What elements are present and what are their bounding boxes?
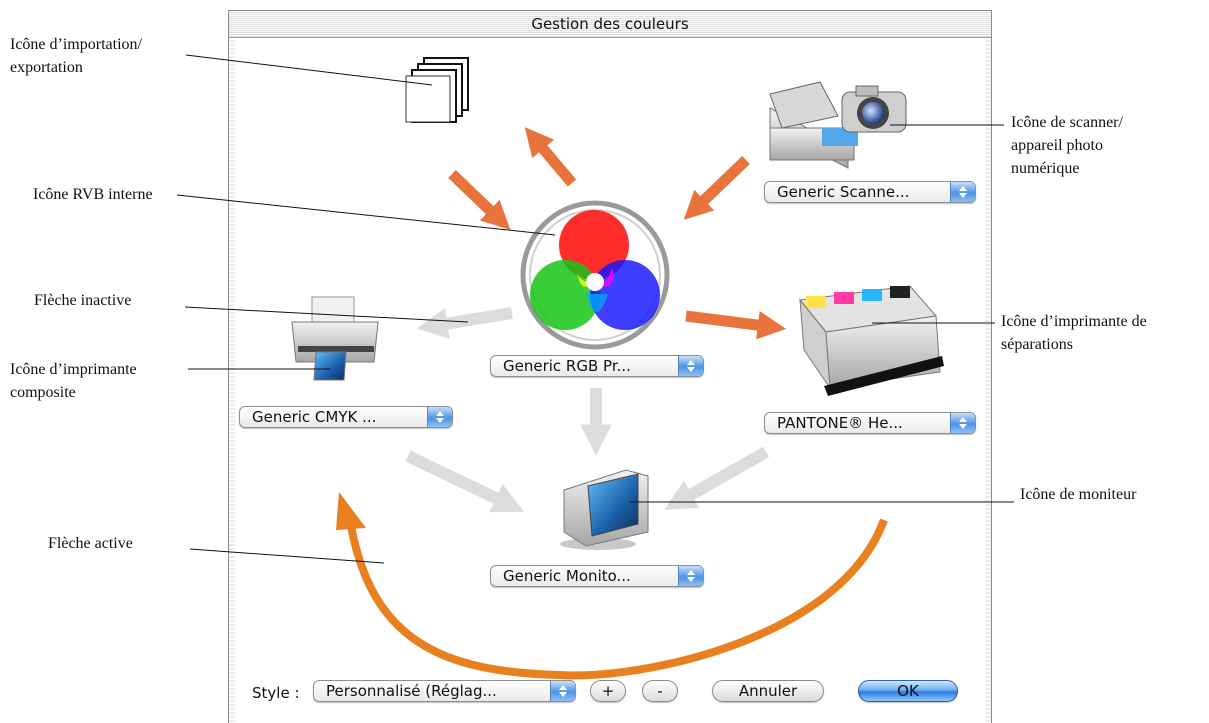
style-value: Personnalisé (Réglag... [326,682,497,700]
callout-active-arrow: Flèche active [48,532,133,555]
callout-separation-printer-icon: Icône d’imprimante de séparations [1001,310,1147,356]
separation-profile-value: PANTONE® He... [777,414,903,432]
callout-text: Icône d’imprimante de séparations [1001,313,1147,353]
rgb-profile-popup[interactable]: Generic RGB Pr... [490,355,704,377]
inkjet-printer-icon[interactable] [291,296,379,381]
style-popup[interactable]: Personnalisé (Réglag... [313,680,576,702]
popup-arrows-icon [550,681,575,701]
remove-style-button[interactable]: - [642,680,678,702]
cmyk-profile-popup[interactable]: Generic CMYK ... [239,406,453,428]
rgb-profile-value: Generic RGB Pr... [503,357,631,375]
popup-arrows-icon [678,566,703,586]
arrow-composite-to-monitor [405,450,525,513]
callout-text: Icône d’imprimante composite [10,361,137,401]
callout-text: Icône RVB interne [33,186,153,203]
scanner-profile-value: Generic Scanne... [777,183,910,201]
ok-button[interactable]: OK [858,680,958,702]
callout-text: Flèche inactive [34,292,132,309]
popup-arrows-icon [950,413,975,433]
rgb-circles-icon[interactable] [520,200,670,350]
callout-text: Flèche active [48,535,133,552]
callout-import-export-icon: Icône d’importation/ exportation [10,33,142,79]
arrow-rgb-to-docs [524,127,577,187]
popup-arrows-icon [427,407,452,427]
cancel-button[interactable]: Annuler [712,680,824,702]
scanner-profile-popup[interactable]: Generic Scanne... [764,181,976,203]
arrow-separation-to-monitor [664,446,769,510]
scanner-camera-icon[interactable] [769,81,907,169]
callout-scanner-icon: Icône de scanner/ appareil photo numériq… [1011,111,1123,180]
callout-inactive-arrow: Flèche inactive [34,289,131,312]
separation-profile-popup[interactable]: PANTONE® He... [764,412,976,434]
cmyk-profile-value: Generic CMYK ... [252,408,377,426]
callout-rgb-icon: Icône RVB interne [33,183,153,206]
callout-text: Icône de scanner/ appareil photo numériq… [1011,114,1123,177]
arrow-rgb-to-separation [685,310,787,340]
callout-text: Icône d’importation/ exportation [10,36,142,76]
add-style-button[interactable]: + [590,680,626,702]
callout-text: Icône de moniteur [1020,486,1137,503]
popup-arrows-icon [678,356,703,376]
arrow-rgb-to-composite [416,307,513,339]
popup-arrows-icon [950,182,975,202]
press-printer-icon[interactable] [799,285,944,396]
crt-monitor-icon[interactable] [560,469,649,550]
active-curved-arrow-head [336,492,366,530]
monitor-profile-value: Generic Monito... [503,567,631,585]
callout-monitor-icon: Icône de moniteur [1020,483,1136,506]
monitor-profile-popup[interactable]: Generic Monito... [490,565,704,587]
arrow-scanner-to-rgb [683,156,750,220]
callout-composite-printer-icon: Icône d’imprimante composite [10,358,137,404]
arrow-docs-to-rgb [448,170,511,230]
style-label: Style : [252,684,300,702]
documents-stack-icon[interactable] [405,57,469,123]
